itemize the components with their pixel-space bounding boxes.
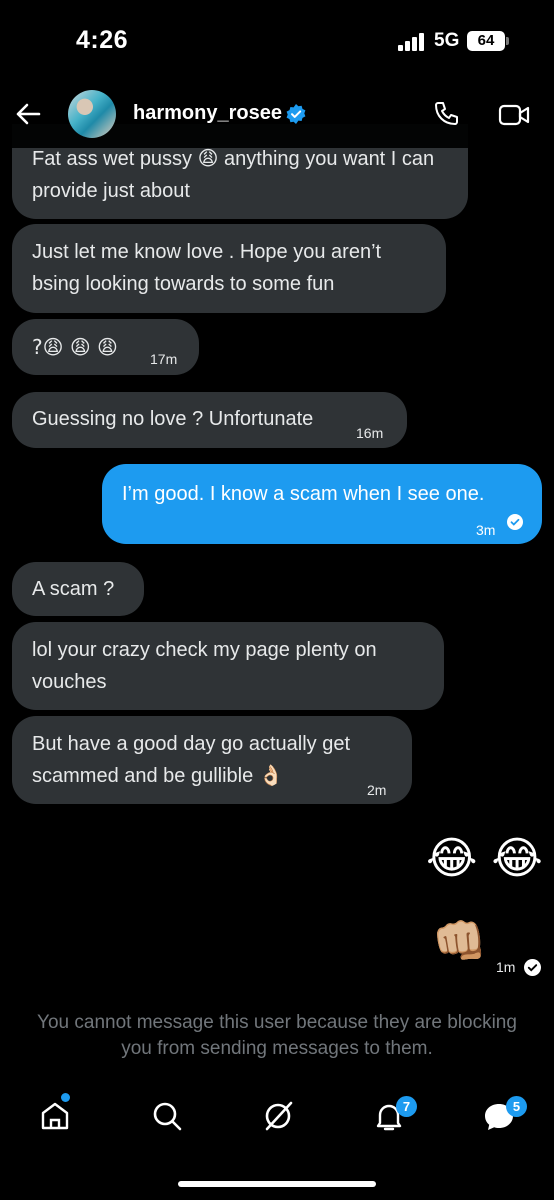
message-bubble[interactable]: Just let me know love . Hope you aren’t … — [12, 224, 446, 313]
message-bubble[interactable]: A scam ? — [12, 562, 144, 616]
home-icon[interactable] — [38, 1099, 72, 1133]
blocked-notice: You cannot message this user because the… — [37, 1012, 517, 1059]
home-unread-dot — [61, 1093, 70, 1102]
message-bubble[interactable]: But have a good day go actually get scam… — [12, 716, 412, 804]
verified-badge-icon — [286, 104, 306, 124]
message-timestamp: 17m — [150, 351, 178, 367]
signal-icon — [398, 33, 426, 51]
phone-call-icon[interactable] — [432, 100, 460, 128]
video-call-icon[interactable] — [498, 102, 530, 128]
conversation-header: harmony_rosee — [0, 80, 554, 148]
message-text: But have a good day go actually get scam… — [32, 733, 351, 787]
message-text: Fat ass wet pussy 😩 anything you want I … — [32, 148, 435, 202]
status-time: 4:26 — [76, 26, 129, 54]
read-receipt-icon — [524, 959, 541, 976]
message-timestamp: 2m — [367, 782, 387, 798]
message-bubble[interactable]: ?😩 😩 😩 17m — [12, 319, 199, 375]
home-indicator — [178, 1181, 376, 1187]
network-label: 5G — [434, 30, 460, 51]
message-bubble[interactable]: Guessing no love ? Unfortunate 16m — [12, 392, 407, 448]
avatar[interactable] — [68, 90, 116, 138]
message-bubble[interactable]: lol your crazy check my page plenty on v… — [12, 622, 444, 710]
message-text: Guessing no love ? Unfortunate — [32, 408, 314, 430]
read-receipt-icon — [507, 514, 523, 530]
grok-icon[interactable] — [261, 1099, 295, 1133]
message-timestamp: 16m — [356, 425, 384, 441]
status-bar: 4:26 5G 64 — [0, 0, 554, 80]
notifications-badge: 7 — [396, 1096, 417, 1117]
message-text: I’m good. I know a scam when I see one. — [122, 483, 485, 505]
battery-cap — [506, 37, 509, 45]
message-text: lol your crazy check my page plenty on v… — [32, 639, 377, 693]
sent-emoji-message[interactable]: 👊🏼 — [432, 915, 487, 967]
messages-badge: 5 — [506, 1096, 527, 1117]
message-text: ?😩 😩 😩 — [32, 335, 118, 359]
message-timestamp: 3m — [476, 522, 496, 538]
battery-icon: 64 — [467, 31, 505, 51]
search-icon[interactable] — [150, 1099, 184, 1133]
contact-name[interactable]: harmony_rosee — [133, 102, 282, 125]
message-text: Just let me know love . Hope you aren’t … — [32, 241, 382, 295]
message-timestamp: 1m — [496, 959, 516, 975]
message-text: A scam ? — [32, 578, 115, 600]
back-arrow-icon[interactable] — [14, 100, 42, 128]
sent-emoji-message[interactable]: 😂 😂 — [426, 833, 543, 884]
sent-message-bubble[interactable]: I’m good. I know a scam when I see one. … — [102, 464, 542, 544]
